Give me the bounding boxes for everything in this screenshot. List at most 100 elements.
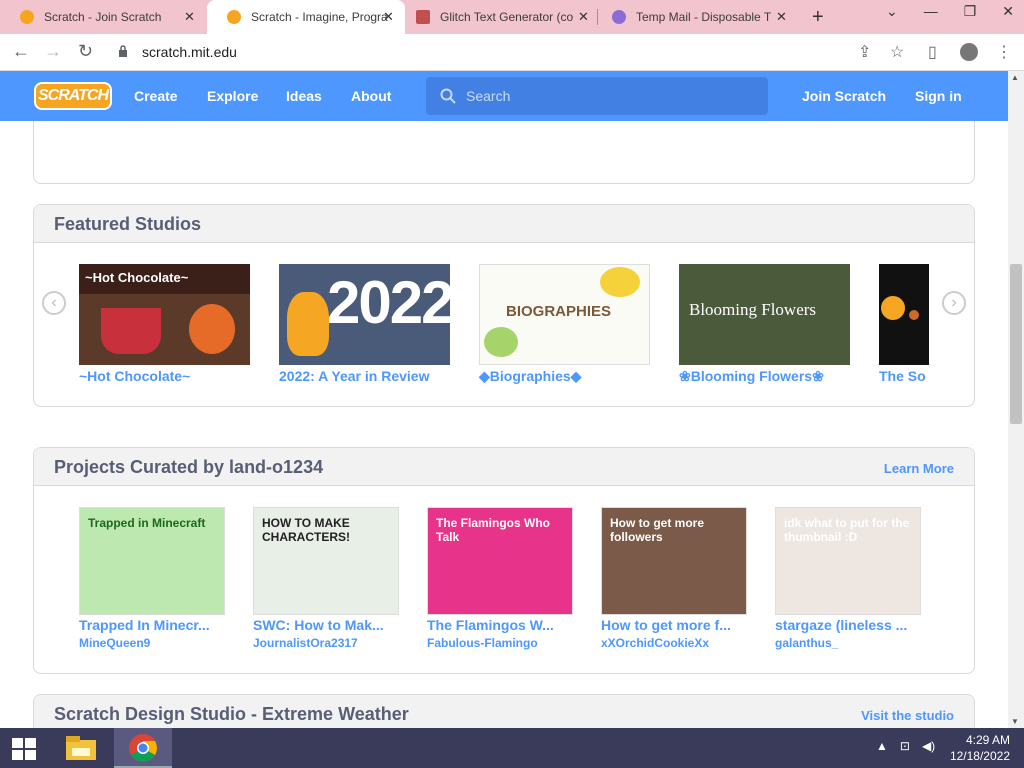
address-bar[interactable]: scratch.mit.edu (142, 44, 237, 60)
project-author[interactable]: Fabulous-Flamingo (427, 636, 573, 650)
studio-title[interactable]: ~Hot Chocolate~ (79, 368, 250, 384)
scroll-up-icon[interactable]: ▲ (1011, 73, 1019, 82)
project-card[interactable]: The Flamingos Who Talk The Flamingos W...… (427, 507, 573, 650)
thumbnail-text: The Flamingos Who Talk (436, 516, 550, 544)
studio-card[interactable]: Blooming Flowers ❀Blooming Flowers❀ (679, 264, 850, 385)
tab-join-scratch[interactable]: Scratch - Join Scratch ✕ (0, 0, 206, 34)
minimize-icon[interactable]: — (924, 3, 938, 20)
studio-card[interactable]: 2022 2022: A Year in Review (279, 264, 450, 384)
search-input[interactable]: Search (426, 77, 768, 115)
project-card[interactable]: Trapped in Minecraft Trapped In Minecr...… (79, 507, 225, 650)
scratch-cat-icon (287, 292, 329, 356)
menu-ideas[interactable]: Ideas (286, 88, 322, 104)
tab-glitch-text[interactable]: Glitch Text Generator (co ✕ (396, 0, 596, 34)
studio-thumbnail[interactable]: 2022 (279, 264, 450, 365)
share-icon[interactable]: ⇪ (858, 42, 871, 62)
studio-thumbnail[interactable] (879, 264, 929, 365)
thumbnail-text: HOW TO MAKE CHARACTERS! (262, 516, 350, 544)
reload-icon[interactable]: ↻ (78, 41, 93, 62)
project-thumbnail[interactable]: The Flamingos Who Talk (427, 507, 573, 615)
scratch-logo[interactable]: SCRATCH (34, 82, 112, 110)
thumbnail-text: Trapped in Minecraft (88, 516, 206, 530)
tab-title: Scratch - Imagine, Progra (251, 10, 388, 24)
project-thumbnail[interactable]: How to get more followers (601, 507, 747, 615)
join-scratch-link[interactable]: Join Scratch (802, 88, 886, 104)
project-title[interactable]: SWC: How to Mak... (253, 617, 399, 633)
browser-toolbar: ← → ↻ scratch.mit.edu ⇪ ☆ ▯ ⋮ (0, 34, 1024, 71)
studio-thumbnail[interactable]: ~Hot Chocolate~ (79, 264, 250, 365)
volume-icon[interactable]: ◀) (922, 739, 935, 753)
studio-thumbnail[interactable]: BIOGRAPHIES (479, 264, 650, 365)
file-explorer-icon[interactable] (64, 734, 98, 762)
project-card[interactable]: idk what to put for the thumbnail :D star… (775, 507, 921, 650)
project-title[interactable]: Trapped In Minecr... (79, 617, 225, 633)
carousel-left-arrow-icon[interactable]: ‹ (42, 291, 66, 315)
project-card[interactable]: How to get more followers How to get more… (601, 507, 747, 650)
scratch-menu-bar: SCRATCH Create Explore Ideas About Searc… (0, 71, 1008, 121)
sign-in-link[interactable]: Sign in (915, 88, 962, 104)
project-author[interactable]: JournalistOra2317 (253, 636, 399, 650)
project-author[interactable]: xXOrchidCookieXx (601, 636, 747, 650)
studio-title[interactable]: ❀Blooming Flowers❀ (679, 368, 850, 385)
menu-explore[interactable]: Explore (207, 88, 258, 104)
project-card[interactable]: HOW TO MAKE CHARACTERS! SWC: How to Mak..… (253, 507, 399, 650)
tab-search-chevron-icon[interactable]: ⌄ (886, 3, 898, 20)
tab-temp-mail[interactable]: Temp Mail - Disposable T ✕ (592, 0, 802, 34)
browser-tab-strip: Scratch - Join Scratch ✕ Scratch - Imagi… (0, 0, 1024, 34)
studio-title[interactable]: 2022: A Year in Review (279, 368, 450, 384)
search-placeholder: Search (466, 88, 511, 104)
scratch-favicon-icon (20, 10, 34, 24)
thumbnail-text: BIOGRAPHIES (506, 303, 612, 320)
scroll-down-icon[interactable]: ▼ (1011, 717, 1019, 726)
learn-more-link[interactable]: Learn More (884, 461, 954, 476)
studio-thumbnail[interactable]: Blooming Flowers (679, 264, 850, 365)
section-title: Featured Studios (54, 214, 202, 234)
side-panel-icon[interactable]: ▯ (928, 42, 937, 62)
glitch-favicon-icon (416, 10, 430, 24)
bookmark-star-icon[interactable]: ☆ (890, 42, 904, 62)
windows-start-icon[interactable] (12, 738, 36, 760)
project-title[interactable]: The Flamingos W... (427, 617, 573, 633)
tab-scratch-imagine[interactable]: Scratch - Imagine, Progra ✕ (207, 0, 405, 34)
clock-time: 4:29 AM (965, 733, 1010, 747)
menu-about[interactable]: About (351, 88, 391, 104)
visit-studio-link[interactable]: Visit the studio (861, 708, 954, 723)
profile-avatar-icon[interactable] (960, 43, 978, 61)
restore-icon[interactable]: ❐ (964, 3, 977, 20)
project-title[interactable]: How to get more f... (601, 617, 747, 633)
project-author[interactable]: MineQueen9 (79, 636, 225, 650)
close-tab-icon[interactable]: ✕ (776, 9, 787, 25)
project-author[interactable]: galanthus_ (775, 636, 921, 650)
network-icon[interactable]: ⊡ (900, 739, 910, 753)
studio-card[interactable]: ~Hot Chocolate~ ~Hot Chocolate~ (79, 264, 250, 384)
menu-create[interactable]: Create (134, 88, 178, 104)
chrome-icon (129, 734, 157, 762)
scrollbar-thumb[interactable] (1010, 264, 1022, 424)
studio-title[interactable]: The So (879, 368, 929, 384)
windows-taskbar: ▲ ⊡ ◀) 4:29 AM 12/18/2022 (0, 728, 1024, 768)
new-tab-icon[interactable]: + (812, 6, 824, 29)
show-hidden-icons-icon[interactable]: ▲ (876, 739, 888, 753)
curated-projects-header: Projects Curated by land-o1234 Learn Mor… (34, 448, 974, 486)
forward-icon[interactable]: → (44, 41, 62, 62)
project-title[interactable]: stargaze (lineless ... (775, 617, 921, 633)
chrome-taskbar-button[interactable] (114, 728, 172, 768)
project-thumbnail[interactable]: HOW TO MAKE CHARACTERS! (253, 507, 399, 615)
carousel-right-arrow-icon[interactable]: › (942, 291, 966, 315)
close-tab-icon[interactable]: ✕ (383, 9, 394, 25)
close-tab-icon[interactable]: ✕ (578, 9, 589, 25)
close-tab-icon[interactable]: ✕ (184, 9, 195, 25)
page-scrollbar[interactable]: ▲ ▼ (1008, 71, 1024, 728)
menu-kebab-icon[interactable]: ⋮ (996, 42, 1012, 62)
project-thumbnail[interactable]: Trapped in Minecraft (79, 507, 225, 615)
taskbar-clock[interactable]: 4:29 AM 12/18/2022 (950, 732, 1010, 764)
studio-card[interactable]: The So (879, 264, 929, 384)
back-icon[interactable]: ← (12, 41, 30, 62)
studio-title[interactable]: ◆Biographies◆ (479, 368, 650, 385)
window-controls: ⌄ — ❐ ✕ (886, 3, 1014, 20)
curated-projects-panel: Projects Curated by land-o1234 Learn Mor… (33, 447, 975, 674)
close-window-icon[interactable]: ✕ (1002, 3, 1014, 20)
studio-card[interactable]: BIOGRAPHIES ◆Biographies◆ (479, 264, 650, 385)
lock-icon (119, 45, 127, 57)
project-thumbnail[interactable]: idk what to put for the thumbnail :D (775, 507, 921, 615)
